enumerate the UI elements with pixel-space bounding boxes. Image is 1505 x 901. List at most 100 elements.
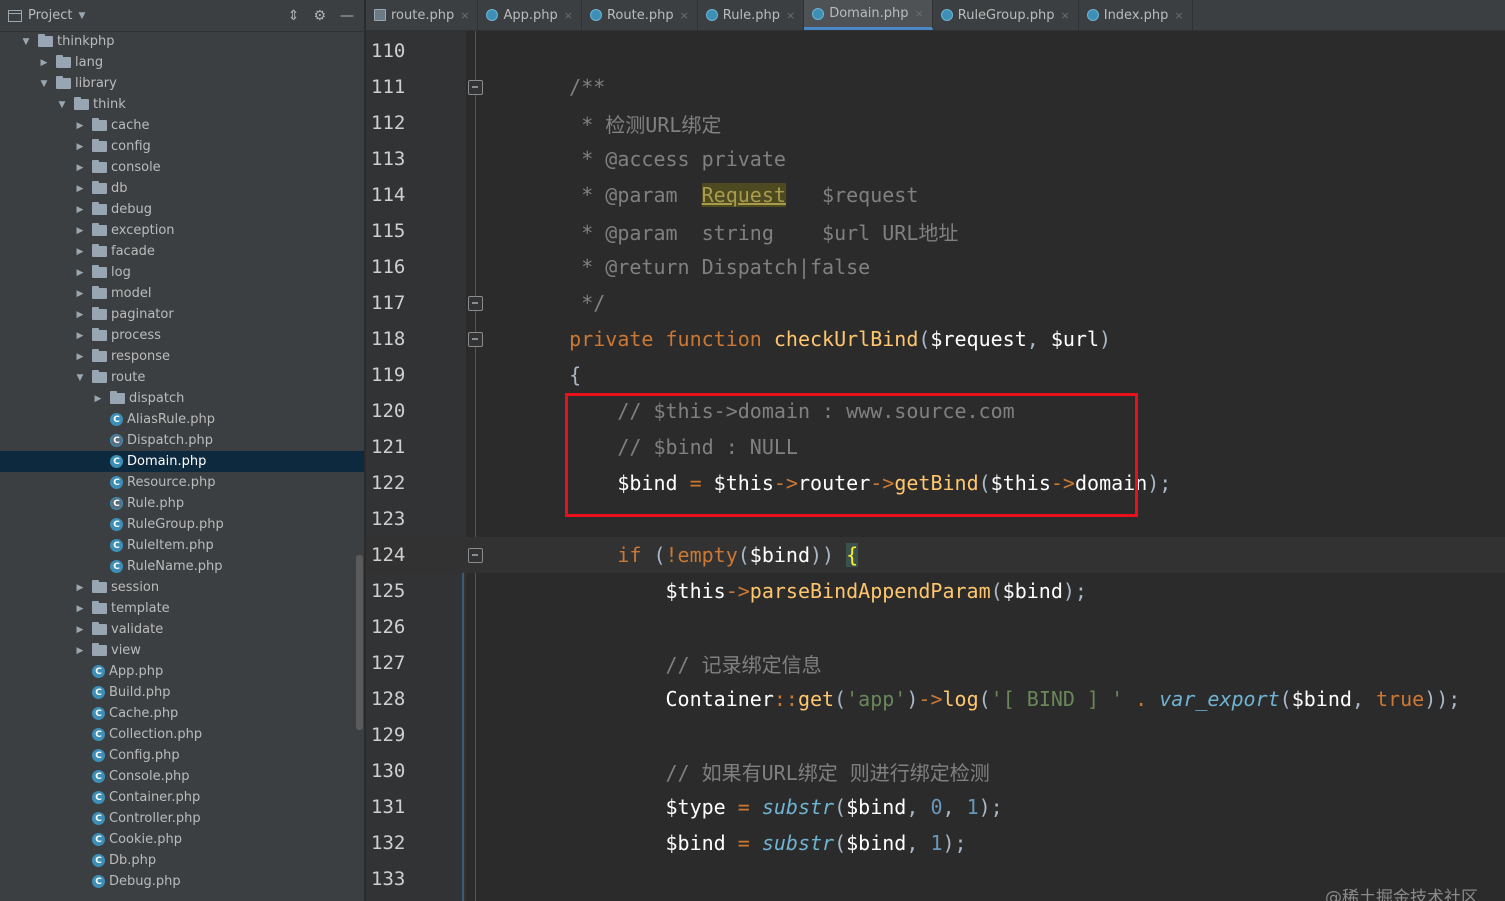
- code-line[interactable]: 124 if (!empty($bind)) {: [366, 537, 1505, 573]
- tree-item[interactable]: C Db.php: [0, 850, 364, 871]
- code-line[interactable]: 116 * @return Dispatch|false: [366, 249, 1505, 285]
- expanded-arrow-icon[interactable]: ▼: [38, 79, 50, 89]
- collapsed-arrow-icon[interactable]: ▶: [74, 583, 86, 593]
- tree-item[interactable]: ▶ view: [0, 640, 364, 661]
- tree-item[interactable]: ▶ validate: [0, 619, 364, 640]
- code-line[interactable]: 127 // 记录绑定信息: [366, 645, 1505, 681]
- code-editor[interactable]: 110 111 /** 112 * 检测URL绑定 113 * @access pri…: [366, 31, 1505, 901]
- code-line[interactable]: 128 Container::get('app')->log('[ BIND ]…: [366, 681, 1505, 717]
- tree-item[interactable]: C Debug.php: [0, 871, 364, 892]
- code-line[interactable]: 125 $this->parseBindAppendParam($bind);: [366, 573, 1505, 609]
- tree-item[interactable]: ▶ process: [0, 325, 364, 346]
- close-icon[interactable]: ×: [564, 9, 573, 22]
- editor-tab[interactable]: Domain.php ×: [804, 0, 933, 30]
- tree-item[interactable]: C AliasRule.php: [0, 409, 364, 430]
- close-icon[interactable]: ×: [680, 9, 689, 22]
- tree-item[interactable]: ▼ route: [0, 367, 364, 388]
- collapsed-arrow-icon[interactable]: ▶: [38, 58, 50, 68]
- editor-tab[interactable]: Route.php ×: [582, 0, 698, 30]
- collapsed-arrow-icon[interactable]: ▶: [74, 331, 86, 341]
- collapsed-arrow-icon[interactable]: ▶: [92, 394, 104, 404]
- code-line[interactable]: 114 * @param Request $request: [366, 177, 1505, 213]
- close-icon[interactable]: ×: [460, 9, 469, 22]
- tree-item[interactable]: C Rule.php: [0, 493, 364, 514]
- collapsed-arrow-icon[interactable]: ▶: [74, 226, 86, 236]
- code-line[interactable]: 118 private function checkUrlBind($reque…: [366, 321, 1505, 357]
- tree-item[interactable]: ▶ model: [0, 283, 364, 304]
- tree-item[interactable]: ▶ cache: [0, 115, 364, 136]
- tree-item[interactable]: ▶ facade: [0, 241, 364, 262]
- expanded-arrow-icon[interactable]: ▼: [56, 100, 68, 110]
- collapsed-arrow-icon[interactable]: ▶: [74, 205, 86, 215]
- tree-item[interactable]: C Dispatch.php: [0, 430, 364, 451]
- tree-item[interactable]: C Resource.php: [0, 472, 364, 493]
- tree-item[interactable]: ▶ config: [0, 136, 364, 157]
- editor-tab[interactable]: Index.php ×: [1079, 0, 1193, 30]
- tree-item[interactable]: C Console.php: [0, 766, 364, 787]
- gear-icon[interactable]: ⚙: [313, 8, 326, 24]
- tree-item[interactable]: ▶ paginator: [0, 304, 364, 325]
- code-line[interactable]: 129: [366, 717, 1505, 753]
- code-line[interactable]: 113 * @access private: [366, 141, 1505, 177]
- collapsed-arrow-icon[interactable]: ▶: [74, 310, 86, 320]
- close-icon[interactable]: ×: [915, 7, 924, 20]
- tree-item[interactable]: ▼ think: [0, 94, 364, 115]
- chevron-down-icon[interactable]: ▼: [78, 11, 85, 21]
- tree-item[interactable]: ▼ thinkphp: [0, 31, 364, 52]
- tree-item[interactable]: C Collection.php: [0, 724, 364, 745]
- fold-icon[interactable]: [468, 296, 483, 311]
- code-line[interactable]: 110: [366, 33, 1505, 69]
- tree-item[interactable]: C RuleName.php: [0, 556, 364, 577]
- code-line[interactable]: 119 {: [366, 357, 1505, 393]
- collapsed-arrow-icon[interactable]: ▶: [74, 121, 86, 131]
- collapsed-arrow-icon[interactable]: ▶: [74, 625, 86, 635]
- collapsed-arrow-icon[interactable]: ▶: [74, 646, 86, 656]
- tree-item[interactable]: C Config.php: [0, 745, 364, 766]
- tree-item[interactable]: C Cache.php: [0, 703, 364, 724]
- tree-item[interactable]: ▶ console: [0, 157, 364, 178]
- tree-item[interactable]: C Build.php: [0, 682, 364, 703]
- editor-tab[interactable]: route.php ×: [366, 0, 479, 30]
- tree-item[interactable]: C Domain.php: [0, 451, 364, 472]
- close-icon[interactable]: ×: [786, 9, 795, 22]
- tree-item[interactable]: C Container.php: [0, 787, 364, 808]
- tree-item[interactable]: C Controller.php: [0, 808, 364, 829]
- code-line[interactable]: 126: [366, 609, 1505, 645]
- tree-item[interactable]: ▶ db: [0, 178, 364, 199]
- collapsed-arrow-icon[interactable]: ▶: [74, 184, 86, 194]
- project-title[interactable]: Project: [28, 8, 72, 23]
- tree-item[interactable]: C RuleItem.php: [0, 535, 364, 556]
- tree-item[interactable]: ▼ library: [0, 73, 364, 94]
- close-icon[interactable]: ×: [1061, 9, 1070, 22]
- editor-tab[interactable]: App.php ×: [478, 0, 582, 30]
- editor-tab[interactable]: Rule.php ×: [698, 0, 805, 30]
- code-line[interactable]: 111 /**: [366, 69, 1505, 105]
- collapsed-arrow-icon[interactable]: ▶: [74, 604, 86, 614]
- collapsed-arrow-icon[interactable]: ▶: [74, 163, 86, 173]
- code-line[interactable]: 115 * @param string $url URL地址: [366, 213, 1505, 249]
- code-line[interactable]: 132 $bind = substr($bind, 1);: [366, 825, 1505, 861]
- expanded-arrow-icon[interactable]: ▼: [20, 37, 32, 47]
- collapse-all-icon[interactable]: ⇕: [288, 8, 300, 24]
- collapsed-arrow-icon[interactable]: ▶: [74, 352, 86, 362]
- tree-item[interactable]: ▶ lang: [0, 52, 364, 73]
- close-icon[interactable]: ×: [1174, 9, 1183, 22]
- collapsed-arrow-icon[interactable]: ▶: [74, 289, 86, 299]
- fold-icon[interactable]: [468, 80, 483, 95]
- collapsed-arrow-icon[interactable]: ▶: [74, 142, 86, 152]
- minimize-icon[interactable]: —: [340, 8, 354, 24]
- fold-icon[interactable]: [468, 332, 483, 347]
- tree-item[interactable]: C Cookie.php: [0, 829, 364, 850]
- tree-item[interactable]: ▶ session: [0, 577, 364, 598]
- collapsed-arrow-icon[interactable]: ▶: [74, 268, 86, 278]
- code-line[interactable]: 130 // 如果有URL绑定 则进行绑定检测: [366, 753, 1505, 789]
- code-line[interactable]: 112 * 检测URL绑定: [366, 105, 1505, 141]
- tree-item[interactable]: ▶ dispatch: [0, 388, 364, 409]
- tree-item[interactable]: ▶ response: [0, 346, 364, 367]
- expanded-arrow-icon[interactable]: ▼: [74, 373, 86, 383]
- tree-item[interactable]: ▶ log: [0, 262, 364, 283]
- fold-icon[interactable]: [468, 548, 483, 563]
- tree-item[interactable]: ▶ debug: [0, 199, 364, 220]
- code-line[interactable]: 117 */: [366, 285, 1505, 321]
- collapsed-arrow-icon[interactable]: ▶: [74, 247, 86, 257]
